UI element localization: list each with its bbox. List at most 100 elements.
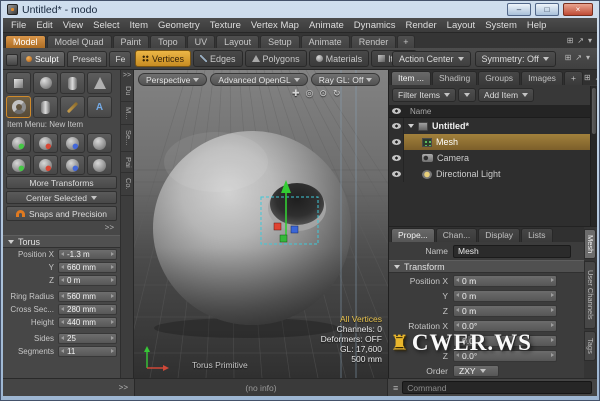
order-dropdown[interactable]: ZXY <box>453 364 499 377</box>
menu-select[interactable]: Select <box>88 20 124 31</box>
expand-button[interactable]: >> <box>123 70 131 81</box>
vertical-tab-color[interactable]: Co. <box>121 173 133 197</box>
menu-animate[interactable]: Animate <box>304 20 349 31</box>
popout-icon[interactable]: ↗ <box>577 35 584 47</box>
tab-add[interactable]: + <box>563 71 583 85</box>
tool-pen-button[interactable] <box>60 96 85 118</box>
item-name-field[interactable]: Mesh <box>453 244 571 258</box>
close-button[interactable]: × <box>563 3 593 16</box>
snaps-precision-button[interactable]: Snaps and Precision <box>6 206 117 221</box>
menu-file[interactable]: File <box>6 20 31 31</box>
add-item-dropdown[interactable]: Add Item <box>478 88 535 102</box>
layout-tab-topo[interactable]: Topo <box>150 35 186 48</box>
item-row-mesh[interactable]: Mesh <box>389 134 597 150</box>
pan-icon[interactable]: ✚ <box>292 88 300 99</box>
layout-tab-add[interactable]: + <box>397 35 415 48</box>
item-rotation-x-field[interactable]: 0.0° <box>453 319 557 332</box>
ring-radius-field[interactable]: 560 mm <box>58 291 117 302</box>
transform-tool-button[interactable] <box>6 133 31 153</box>
tool-cube-button[interactable] <box>6 72 31 94</box>
vertical-tab-setup[interactable]: Se... <box>121 125 133 152</box>
menu-view[interactable]: View <box>58 20 88 31</box>
menu-texture[interactable]: Texture <box>205 20 246 31</box>
layout-tab-model-quad[interactable]: Model Quad <box>46 35 112 48</box>
menu-item[interactable]: Item <box>125 20 153 31</box>
item-row-scene[interactable]: Untitled* <box>389 118 597 134</box>
expand-button[interactable]: >> <box>3 222 120 233</box>
minimize-button[interactable]: – <box>507 3 531 16</box>
tab-presets[interactable]: Presets <box>66 51 108 67</box>
tab-edges[interactable]: Edges <box>193 50 243 67</box>
position-z-field[interactable]: 0 m <box>58 275 117 286</box>
item-name[interactable]: Mesh <box>436 137 458 147</box>
visibility-toggle[interactable] <box>389 166 404 182</box>
visibility-toggle[interactable] <box>389 118 404 134</box>
center-selected-dropdown[interactable]: Center Selected <box>6 191 117 204</box>
tab-sculpt[interactable]: Sculpt <box>20 51 65 67</box>
more-transforms-button[interactable]: More Transforms <box>6 176 117 189</box>
tab-materials[interactable]: Materials <box>308 50 370 67</box>
menu-edit[interactable]: Edit <box>31 20 57 31</box>
menu-system[interactable]: System <box>480 20 522 31</box>
layout-tab-setup[interactable]: Setup <box>260 35 300 48</box>
layout-tab-model[interactable]: Model <box>5 35 46 48</box>
action-center-dropdown[interactable]: Action Center <box>392 50 471 67</box>
tool-sphere-button[interactable] <box>33 72 58 94</box>
symmetry-dropdown[interactable]: Symmetry: Off <box>474 50 556 67</box>
tool-text-button[interactable]: A <box>87 96 112 118</box>
menu-geometry[interactable]: Geometry <box>153 20 205 31</box>
layout-tab-layout[interactable]: Layout <box>216 35 260 48</box>
tab-fe[interactable]: Fe <box>109 51 132 67</box>
item-position-x-field[interactable]: 0 m <box>453 274 557 287</box>
zoom-icon[interactable]: ⊙ <box>319 88 327 99</box>
vertical-tab-duplicate[interactable]: Du <box>121 81 133 102</box>
visibility-toggle[interactable] <box>389 150 404 166</box>
tab-lists[interactable]: Lists <box>521 228 553 242</box>
reset-view-icon[interactable]: ↻ <box>333 88 341 99</box>
layout-tab-uv[interactable]: UV <box>186 35 216 48</box>
side-tab-mesh[interactable]: Mesh <box>584 229 596 259</box>
menu-vertex-map[interactable]: Vertex Map <box>246 20 304 31</box>
tool-cone-button[interactable] <box>87 72 112 94</box>
transform-tool-button[interactable] <box>87 133 112 153</box>
maximize-button[interactable]: □ <box>535 3 559 16</box>
torus-section-header[interactable]: Torus <box>3 235 120 248</box>
tab-polygons[interactable]: Polygons <box>244 50 307 67</box>
transform-tool-button[interactable] <box>60 133 85 153</box>
filter-mode-dropdown[interactable] <box>458 88 477 102</box>
menu-layout[interactable]: Layout <box>442 20 481 31</box>
item-position-y-field[interactable]: 0 m <box>453 289 557 302</box>
layout-tab-paint[interactable]: Paint <box>112 35 150 48</box>
tab-shading[interactable]: Shading <box>431 71 478 85</box>
tool-capsule-button[interactable] <box>33 96 58 118</box>
item-name[interactable]: Directional Light <box>436 169 501 179</box>
transform-tool-button[interactable] <box>33 155 58 175</box>
item-rotation-z-field[interactable]: 0.0° <box>453 349 557 362</box>
tab-images[interactable]: Images <box>521 71 563 85</box>
item-name[interactable]: Camera <box>437 153 469 163</box>
renderer-dropdown[interactable]: Advanced OpenGL <box>210 73 308 86</box>
triangle-down-icon[interactable] <box>408 124 414 128</box>
menu-help[interactable]: Help <box>522 20 552 31</box>
view-type-dropdown[interactable]: Perspective <box>138 73 208 86</box>
grid-layout-icon[interactable]: ⊞ <box>565 52 572 64</box>
tab-display[interactable]: Display <box>478 228 521 242</box>
item-rotation-y-field[interactable]: 0.0° <box>453 334 557 347</box>
tool-palette-icon[interactable] <box>6 54 18 66</box>
grid-layout-icon[interactable]: ⊞ <box>584 72 591 84</box>
titlebar[interactable]: Untitled* - modo – □ × <box>3 1 597 18</box>
expand-button[interactable]: >> <box>119 383 128 392</box>
tool-cylinder-button[interactable] <box>60 72 85 94</box>
item-row-directional-light[interactable]: Directional Light <box>389 166 597 182</box>
tab-vertices[interactable]: Vertices <box>135 50 192 67</box>
transform-tool-button[interactable] <box>33 133 58 153</box>
transform-tool-button[interactable] <box>87 155 112 175</box>
viewport-3d[interactable]: Perspective Advanced OpenGL Ray GL: Off … <box>134 70 388 378</box>
item-row-camera[interactable]: Camera <box>389 150 597 166</box>
tool-torus-button[interactable] <box>6 96 31 118</box>
sides-field[interactable]: 25 <box>58 333 117 344</box>
height-field[interactable]: 440 mm <box>58 317 117 328</box>
item-name[interactable]: Untitled* <box>432 121 469 131</box>
item-list-scrollbar[interactable] <box>590 86 597 226</box>
layout-tab-animate[interactable]: Animate <box>300 35 350 48</box>
